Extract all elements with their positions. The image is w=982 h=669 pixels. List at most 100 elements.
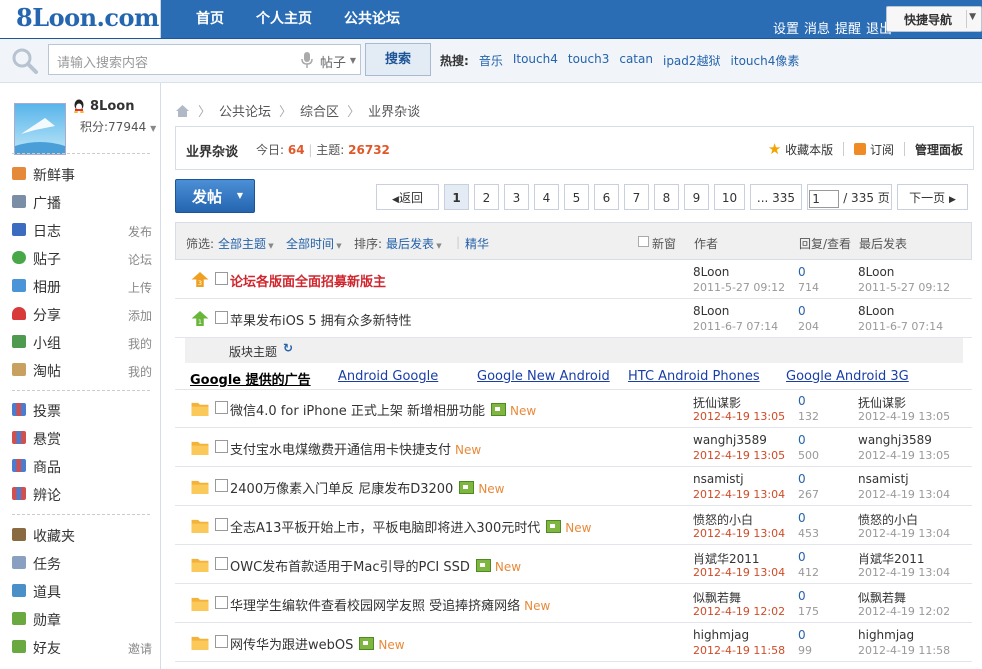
page-link[interactable]: 9 xyxy=(684,184,709,210)
thread-title[interactable]: 微信4.0 for iPhone 正式上架 新增相册功能 xyxy=(230,404,485,419)
sidebar-item-action[interactable]: 论坛 xyxy=(128,251,152,268)
last-post-date[interactable]: 2012-4-19 13:04 xyxy=(858,527,950,540)
last-post-date[interactable]: 2012-4-19 13:05 xyxy=(858,449,950,462)
page-link[interactable]: 7 xyxy=(624,184,649,210)
settings-link[interactable]: 设置 xyxy=(773,18,799,37)
last-post-user[interactable]: 8Loon xyxy=(858,304,894,318)
thread-replies[interactable]: 0 xyxy=(798,511,806,525)
sidebar-item-action[interactable]: 上传 xyxy=(128,279,152,296)
thread-replies[interactable]: 0 xyxy=(798,589,806,603)
thread-author[interactable]: wanghj3589 xyxy=(693,433,767,447)
thread-author[interactable]: highmjag xyxy=(693,628,749,642)
filter-all-time[interactable]: 全部时间 ▼ xyxy=(286,235,342,252)
thread-replies[interactable]: 0 xyxy=(798,265,806,279)
messages-link[interactable]: 消息 xyxy=(804,18,830,37)
breadcrumb-item[interactable]: 综合区 xyxy=(300,101,339,120)
last-post-user[interactable]: 抚仙谋影 xyxy=(858,394,906,411)
last-post-user[interactable]: 似飘若舞 xyxy=(858,589,906,606)
thread-checkbox[interactable] xyxy=(215,479,228,492)
sidebar-item-medals[interactable]: 勋章 xyxy=(12,605,152,633)
thread-title[interactable]: 论坛各版面全面招募新版主 xyxy=(230,271,386,290)
site-logo[interactable]: 8Loon.com xyxy=(0,0,161,38)
last-post-user[interactable]: 肖斌华2011 xyxy=(858,550,925,567)
breadcrumb-item[interactable]: 公共论坛 xyxy=(219,101,271,120)
thread-replies[interactable]: 0 xyxy=(798,394,806,408)
sidebar-item-action[interactable]: 我的 xyxy=(128,363,152,380)
chevron-down-icon[interactable]: ▼ xyxy=(150,124,156,133)
thread-replies[interactable]: 0 xyxy=(798,433,806,447)
table-row[interactable]: OWC发布首款适用于Mac引导的PCI SSD New 肖斌华2011 2012-4-… xyxy=(175,545,972,584)
notifications-link[interactable]: 提醒 xyxy=(835,18,861,37)
favorite-forum-button[interactable]: ★ 收藏本版 xyxy=(768,140,833,158)
thread-title[interactable]: 华理学生编软件查看校园网学友照 受追捧挤瘫网络 xyxy=(230,599,520,614)
thread-author[interactable]: 8Loon xyxy=(693,265,729,279)
hot-link[interactable]: itouch4像素 xyxy=(731,52,800,69)
thread-checkbox[interactable] xyxy=(215,518,228,531)
page-link[interactable]: 5 xyxy=(564,184,589,210)
nav-home[interactable]: 首页 xyxy=(180,0,240,38)
sidebar-item-friends[interactable]: 好友 邀请 xyxy=(12,633,152,661)
thread-title[interactable]: OWC发布首款适用于Mac引导的PCI SSD xyxy=(230,560,470,575)
last-post-date[interactable]: 2012-4-19 13:04 xyxy=(858,488,950,501)
username[interactable]: 8Loon xyxy=(90,99,134,114)
thread-author[interactable]: 愤怒的小白 xyxy=(693,511,753,528)
search-category-select[interactable]: 帖子 ▼ xyxy=(316,44,361,75)
page-link[interactable]: 6 xyxy=(594,184,619,210)
table-row[interactable]: 1 苹果发布iOS 5 拥有众多新特性 8Loon 2011-6-7 07:14… xyxy=(175,299,972,338)
sidebar-item-action[interactable]: 发布 xyxy=(128,223,152,240)
hot-link[interactable]: 音乐 xyxy=(479,52,503,69)
sort-select[interactable]: 最后发表 ▼ xyxy=(386,235,442,252)
thread-replies[interactable]: 0 xyxy=(798,472,806,486)
sidebar-item-action[interactable]: 邀请 xyxy=(128,640,152,657)
new-window-checkbox[interactable] xyxy=(638,236,649,247)
sidebar-item-group[interactable]: 小组 我的 xyxy=(12,328,152,356)
thread-checkbox[interactable] xyxy=(215,272,228,285)
thread-title[interactable]: 网传华为跟进webOS xyxy=(230,638,353,653)
filter-all-threads[interactable]: 全部主题 ▼ xyxy=(218,235,274,252)
page-link-current[interactable]: 1 xyxy=(444,184,469,210)
thread-author[interactable]: nsamistj xyxy=(693,472,744,486)
sidebar-item-poll[interactable]: 投票 xyxy=(12,396,152,424)
table-row[interactable]: 全志A13平板开始上市，平板电脑即将进入300元时代 New 愤怒的小白 2012-4… xyxy=(175,506,972,545)
back-button[interactable]: ◀返回 xyxy=(376,184,439,210)
last-post-user[interactable]: wanghj3589 xyxy=(858,433,932,447)
page-link[interactable]: 8 xyxy=(654,184,679,210)
refresh-icon[interactable]: ↻ xyxy=(283,341,293,355)
new-post-button[interactable]: 发帖 ▼ xyxy=(175,179,255,213)
hot-link[interactable]: catan xyxy=(619,52,653,69)
avatar[interactable] xyxy=(14,103,66,155)
thread-checkbox[interactable] xyxy=(215,557,228,570)
table-row[interactable]: 微信4.0 for iPhone 正式上架 新增相册功能 New 抚仙谋影 2012-… xyxy=(175,389,972,428)
thread-replies[interactable]: 0 xyxy=(798,304,806,318)
breadcrumb-item[interactable]: 业界杂谈 xyxy=(368,101,420,120)
thread-author[interactable]: 似飘若舞 xyxy=(693,589,741,606)
thread-checkbox[interactable] xyxy=(215,401,228,414)
sidebar-item-collection[interactable]: 淘帖 我的 xyxy=(12,356,152,384)
quick-nav-button[interactable]: 快捷导航 ▼ xyxy=(886,6,982,32)
search-button[interactable]: 搜索 xyxy=(365,43,431,76)
sidebar-item-blog[interactable]: 日志 发布 xyxy=(12,216,152,244)
page-link-last[interactable]: ... 335 xyxy=(750,184,802,210)
home-icon[interactable] xyxy=(175,104,190,118)
table-row[interactable]: 网传华为跟进webOS New highmjag 2012-4-19 11:58 0 99… xyxy=(175,623,972,662)
last-post-user[interactable]: 愤怒的小白 xyxy=(858,511,918,528)
table-row[interactable]: 2400万像素入门单反 尼康发布D3200 New nsamistj 2012-4-1… xyxy=(175,467,972,506)
ad-link[interactable]: Google New Android xyxy=(477,369,610,384)
sidebar-item-debate[interactable]: 辨论 xyxy=(12,480,152,508)
microphone-icon[interactable] xyxy=(299,51,315,69)
sidebar-item-favorites[interactable]: 收藏夹 xyxy=(12,521,152,549)
sidebar-item-posts[interactable]: 贴子 论坛 xyxy=(12,244,152,272)
thread-title[interactable]: 全志A13平板开始上市，平板电脑即将进入300元时代 xyxy=(230,521,540,536)
page-jump-input[interactable]: 1 xyxy=(809,189,840,208)
thread-title[interactable]: 2400万像素入门单反 尼康发布D3200 xyxy=(230,482,453,497)
ad-link[interactable]: Android Google xyxy=(338,369,438,384)
thread-author[interactable]: 8Loon xyxy=(693,304,729,318)
last-post-date[interactable]: 2011-6-7 07:14 xyxy=(858,320,943,333)
ads-label[interactable]: Google 提供的广告 xyxy=(190,369,311,388)
sidebar-item-feed[interactable]: 新鲜事 xyxy=(12,160,152,188)
table-row[interactable]: 华理学生编软件查看校园网学友照 受追捧挤瘫网络 New 似飘若舞 2012-4-19 … xyxy=(175,584,972,623)
last-post-date[interactable]: 2011-5-27 09:12 xyxy=(858,281,950,294)
thread-author[interactable]: 抚仙谋影 xyxy=(693,394,741,411)
thread-checkbox[interactable] xyxy=(215,311,228,324)
subscribe-button[interactable]: 订阅 xyxy=(854,141,894,158)
